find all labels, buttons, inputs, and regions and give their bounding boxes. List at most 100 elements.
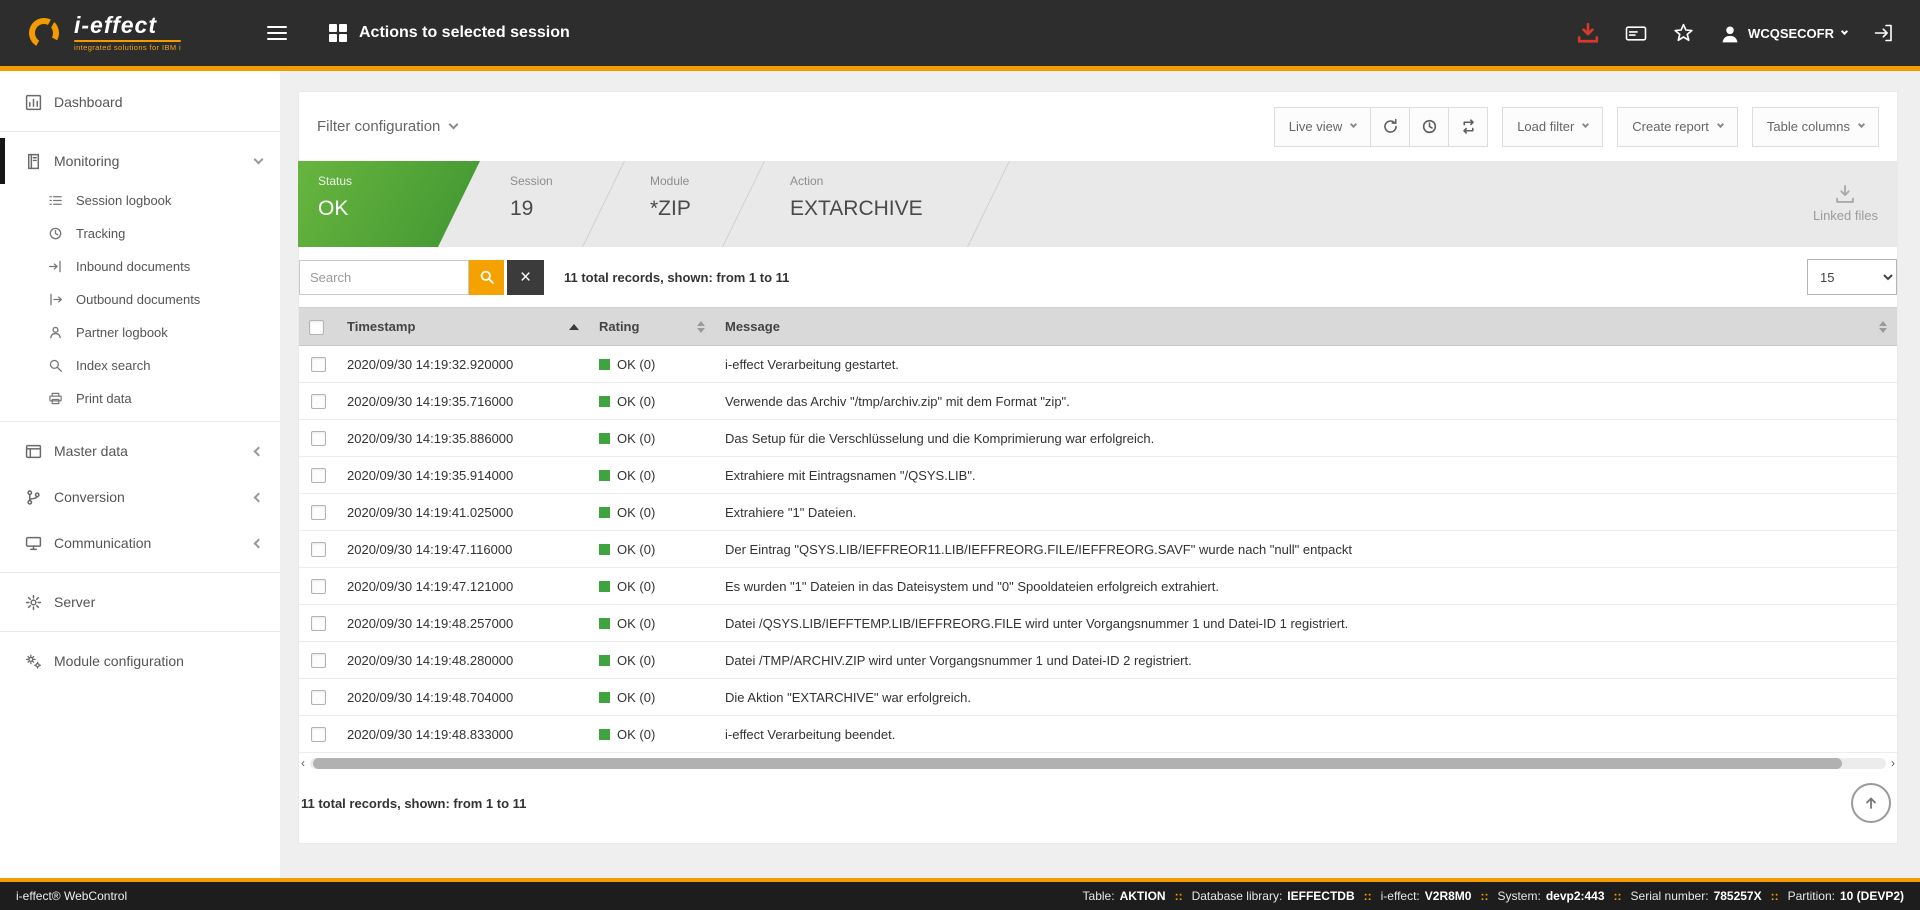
table-footer: 11 total records, shown: from 1 to 11 [299,775,1897,837]
linked-files-button[interactable]: Linked files [1813,185,1878,223]
row-checkbox[interactable] [311,727,326,742]
create-report-button[interactable]: Create report [1617,107,1738,147]
cell-timestamp: 2020/09/30 14:19:48.257000 [337,605,589,642]
table-row[interactable]: 2020/09/30 14:19:48.257000 OK (0) Datei … [299,605,1897,642]
sidebar-item-inbound-documents[interactable]: Inbound documents [0,250,280,283]
logo-tagline: integrated solutions for IBM i [74,44,181,52]
cell-rating: OK (0) [589,716,715,753]
column-header-rating[interactable]: Rating [589,308,715,346]
horizontal-scrollbar[interactable]: ‹ › [301,757,1895,769]
user-menu[interactable]: WCQSECOFR [1720,24,1847,43]
scrollbar-thumb[interactable] [313,758,1842,769]
divider [0,421,280,422]
row-checkbox[interactable] [311,505,326,520]
search-icon [46,358,64,373]
search-button[interactable] [469,260,504,295]
cell-rating: OK (0) [589,494,715,531]
filter-segment-action[interactable]: Action EXTARCHIVE [760,161,1005,247]
sidebar-item-session-logbook[interactable]: Session logbook [0,184,280,217]
sidebar-item-outbound-documents[interactable]: Outbound documents [0,283,280,316]
table-row[interactable]: 2020/09/30 14:19:35.716000 OK (0) Verwen… [299,383,1897,420]
cell-message: Extrahiere "1" Dateien. [715,494,1897,531]
column-header-message[interactable]: Message [715,308,1897,346]
search-input[interactable] [299,260,469,295]
row-checkbox[interactable] [311,616,326,631]
sidebar-item-print-data[interactable]: Print data [0,382,280,415]
favorites-button[interactable] [1673,23,1694,43]
row-checkbox[interactable] [311,542,326,557]
page-size-select[interactable]: 15 [1807,259,1897,295]
table-row[interactable]: 2020/09/30 14:19:35.886000 OK (0) Das Se… [299,420,1897,457]
repeat-button[interactable] [1448,107,1488,147]
row-checkbox[interactable] [311,468,326,483]
filter-segment-status[interactable]: Status OK [298,161,480,247]
row-checkbox[interactable] [311,431,326,446]
chevron-down-icon [1858,121,1865,128]
table-row[interactable]: 2020/09/30 14:19:48.280000 OK (0) Datei … [299,642,1897,679]
cell-rating: OK (0) [589,346,715,383]
table-row[interactable]: 2020/09/30 14:19:47.116000 OK (0) Der Ei… [299,531,1897,568]
cell-timestamp: 2020/09/30 14:19:48.280000 [337,642,589,679]
download-alert-button[interactable] [1577,23,1599,43]
filter-configuration-label: Filter configuration [317,118,440,135]
sidebar-item-communication[interactable]: Communication [0,520,280,566]
cell-message: Der Eintrag "QSYS.LIB/IEFFREOR11.LIB/IEF… [715,531,1897,568]
download-icon [1577,23,1599,43]
scroll-right-arrow[interactable]: › [1891,757,1895,769]
brand-label: i-effect® WebControl [16,889,127,903]
sidebar-item-master-data[interactable]: Master data [0,428,280,474]
cell-rating: OK (0) [589,531,715,568]
status-ok-icon [599,396,610,407]
sidebar-item-monitoring[interactable]: Monitoring [0,138,280,184]
select-all-checkbox[interactable] [309,320,324,335]
table-row[interactable]: 2020/09/30 14:19:48.704000 OK (0) Die Ak… [299,679,1897,716]
sidebar-item-partner-logbook[interactable]: Partner logbook [0,316,280,349]
table-row[interactable]: 2020/09/30 14:19:32.920000 OK (0) i-effe… [299,346,1897,383]
history-button[interactable] [1409,107,1449,147]
filter-configuration-button[interactable]: Filter configuration [317,118,457,135]
card-button[interactable] [1625,24,1647,43]
cell-message: Extrahiere mit Eintragsnamen "/QSYS.LIB"… [715,457,1897,494]
table-row[interactable]: 2020/09/30 14:19:35.914000 OK (0) Extrah… [299,457,1897,494]
sidebar-item-label: Outbound documents [76,292,200,307]
cell-rating: OK (0) [589,420,715,457]
sidebar-item-label: Communication [54,535,151,551]
sidebar-item-index-search[interactable]: Index search [0,349,280,382]
row-checkbox[interactable] [311,579,326,594]
row-checkbox[interactable] [311,357,326,372]
load-filter-button[interactable]: Load filter [1502,107,1603,147]
scroll-to-top-button[interactable] [1851,783,1891,823]
log-table: Timestamp Rating Message [299,307,1897,753]
menu-toggle-button[interactable] [267,22,287,44]
sidebar-item-conversion[interactable]: Conversion [0,474,280,520]
row-checkbox[interactable] [311,394,326,409]
filter-segment-session[interactable]: Session 19 [480,161,620,247]
cell-message: i-effect Verarbeitung gestartet. [715,346,1897,383]
cell-message: Es wurden "1" Dateien in das Dateisystem… [715,568,1897,605]
table-row[interactable]: 2020/09/30 14:19:47.121000 OK (0) Es wur… [299,568,1897,605]
row-checkbox[interactable] [311,653,326,668]
sidebar-item-module-configuration[interactable]: Module configuration [0,638,280,684]
column-header-timestamp[interactable]: Timestamp [337,308,589,346]
live-view-button[interactable]: Live view [1274,107,1371,147]
table-icon [24,443,42,460]
status-ok-icon [599,507,610,518]
sidebar-item-dashboard[interactable]: Dashboard [0,79,280,125]
display-icon [24,535,42,552]
logout-button[interactable] [1873,23,1894,43]
cell-message: Das Setup für die Verschlüsselung und di… [715,420,1897,457]
sidebar-item-tracking[interactable]: Tracking [0,217,280,250]
logo-name: i-effect [74,14,181,37]
table-row[interactable]: 2020/09/30 14:19:41.025000 OK (0) Extrah… [299,494,1897,531]
cell-rating: OK (0) [589,383,715,420]
refresh-button[interactable] [1370,107,1410,147]
status-ok-icon [599,544,610,555]
filter-segment-module[interactable]: Module *ZIP [620,161,760,247]
table-row[interactable]: 2020/09/30 14:19:48.833000 OK (0) i-effe… [299,716,1897,753]
clear-search-button[interactable]: × [507,260,544,295]
row-checkbox[interactable] [311,690,326,705]
scrollbar-track[interactable] [310,758,1886,769]
table-columns-button[interactable]: Table columns [1752,107,1879,147]
scroll-left-arrow[interactable]: ‹ [301,757,305,769]
sidebar-item-server[interactable]: Server [0,579,280,625]
